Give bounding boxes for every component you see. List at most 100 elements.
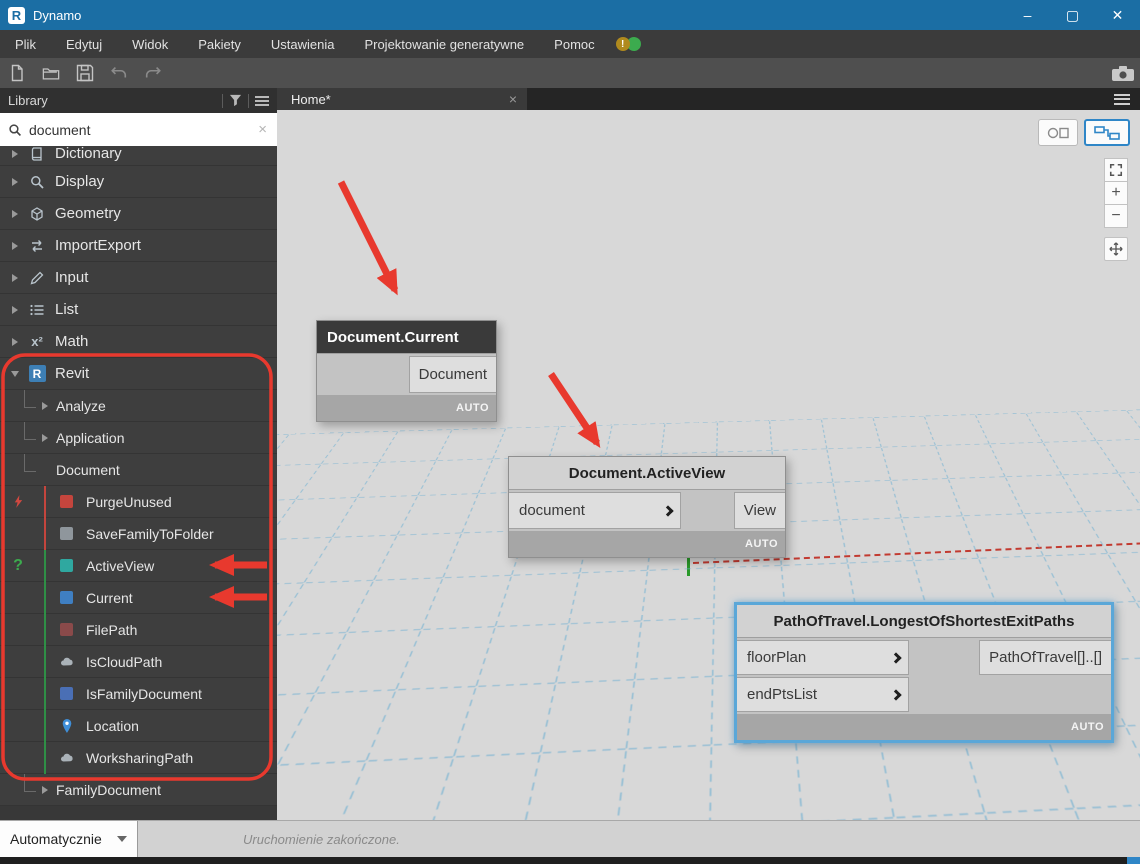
library-header: Library	[0, 88, 277, 113]
statusbar: Automatycznie Uruchomienie zakończone.	[0, 820, 1140, 858]
menu-item-projektowanie-generatywne[interactable]: Projektowanie generatywne	[349, 30, 539, 58]
maximize-button[interactable]: ▢	[1050, 0, 1095, 30]
library-item-worksharingpath[interactable]: WorksharingPath	[0, 742, 277, 774]
pan-button[interactable]	[1104, 237, 1128, 261]
input-port-endPtsList[interactable]: endPtsList	[737, 677, 909, 712]
menu-item-pakiety[interactable]: Pakiety	[183, 30, 256, 58]
library-item-iscloudpath[interactable]: IsCloudPath	[0, 646, 277, 678]
expander-icon[interactable]	[42, 785, 48, 794]
menu-item-edytuj[interactable]: Edytuj	[51, 30, 117, 58]
zoom-fit-button[interactable]	[1104, 158, 1128, 182]
item-label: ImportExport	[55, 237, 141, 254]
library-item-revit[interactable]: R Revit	[0, 358, 277, 390]
input-port-document[interactable]: document	[509, 492, 681, 529]
library-item-list[interactable]: List	[0, 294, 277, 326]
expander-icon[interactable]	[12, 149, 18, 158]
library-item-analyze[interactable]: Analyze	[0, 389, 277, 422]
library-item-importexport[interactable]: ImportExport	[0, 230, 277, 262]
library-tree: Dictionary Display Geometry ImportExport Inp…	[0, 146, 277, 820]
undo-button[interactable]	[102, 58, 136, 88]
run-mode-dropdown[interactable]: Automatycznie	[0, 820, 138, 858]
expander-icon[interactable]	[12, 305, 18, 314]
redo-button[interactable]	[136, 58, 170, 88]
zoom-in-button[interactable]: +	[1104, 181, 1128, 205]
item-label: IsFamilyDocument	[86, 685, 202, 702]
library-item-dictionary[interactable]: Dictionary	[0, 146, 277, 166]
magnifier-icon	[28, 173, 46, 191]
library-item-purgeunused[interactable]: PurgeUnused	[0, 486, 277, 518]
zoom-out-button[interactable]: −	[1104, 204, 1128, 228]
node-title[interactable]: PathOfTravel.LongestOfShortestExitPaths	[737, 605, 1111, 638]
open-file-button[interactable]	[34, 58, 68, 88]
search-input[interactable]	[29, 121, 257, 138]
output-port-View[interactable]: View	[733, 492, 785, 529]
graph-view-button[interactable]	[1084, 119, 1130, 146]
library-item-activeview[interactable]: ? ActiveView	[0, 550, 277, 582]
new-file-button[interactable]	[0, 58, 34, 88]
library-search: ×	[0, 113, 277, 146]
item-label: WorksharingPath	[86, 749, 194, 766]
port-label: PathOfTravel[]..[]	[989, 649, 1102, 666]
menu-item-widok[interactable]: Widok	[117, 30, 183, 58]
query-group-bar	[44, 710, 46, 742]
library-item-application[interactable]: Application	[0, 421, 277, 454]
menu-item-ustawienia[interactable]: Ustawienia	[256, 30, 350, 58]
expander-icon[interactable]	[12, 273, 18, 282]
node-document-activeview[interactable]: Document.ActiveView document View AUTO	[508, 456, 786, 558]
library-item-display[interactable]: Display	[0, 166, 277, 198]
output-port-Document[interactable]: Document	[408, 356, 496, 393]
expander-icon[interactable]	[42, 401, 48, 410]
expander-icon[interactable]	[11, 370, 19, 377]
library-item-filepath[interactable]: FilePath	[0, 614, 277, 646]
port-label: document	[519, 502, 585, 519]
expander-icon[interactable]	[12, 241, 18, 250]
node-title[interactable]: Document.ActiveView	[509, 457, 785, 490]
library-item-document[interactable]: Document	[0, 453, 277, 486]
expander-icon[interactable]	[12, 177, 18, 186]
library-item-location[interactable]: Location	[0, 710, 277, 742]
library-item-isfamilydocument[interactable]: IsFamilyDocument	[0, 678, 277, 710]
output-port-PathOfTravel[interactable]: PathOfTravel[]..[]	[979, 640, 1111, 675]
library-item-math[interactable]: x² Math	[0, 326, 277, 358]
warning-badge-icon[interactable]: !	[615, 37, 630, 51]
notification-badges[interactable]: !	[615, 37, 641, 51]
node-title[interactable]: Document.Current	[317, 321, 496, 354]
item-label: Document	[56, 461, 120, 478]
port-label: Document	[418, 366, 487, 383]
query-group-bar	[44, 646, 46, 678]
item-label: Application	[56, 429, 125, 446]
filter-icon[interactable]	[229, 94, 242, 107]
library-panel: Library × Dictionary Display Geometry Impor…	[0, 88, 277, 820]
tab-menu-icon[interactable]	[1114, 93, 1130, 105]
library-item-input[interactable]: Input	[0, 262, 277, 294]
library-layout-icon[interactable]	[255, 95, 269, 106]
pencil-icon	[28, 269, 46, 287]
search-icon	[9, 123, 22, 136]
close-button[interactable]: ✕	[1095, 0, 1140, 30]
expander-icon[interactable]	[12, 209, 18, 218]
library-item-familydocument[interactable]: FamilyDocument	[0, 773, 277, 806]
action-lightning-icon	[10, 494, 26, 510]
camera-export-button[interactable]	[1106, 58, 1140, 88]
search-clear-icon[interactable]: ×	[256, 121, 269, 138]
graph-canvas[interactable]: Document.Current Document AUTO Document.Act…	[277, 110, 1140, 820]
library-item-savefamilytofolder[interactable]: SaveFamilyToFolder	[0, 518, 277, 550]
node-document-current[interactable]: Document.Current Document AUTO	[316, 320, 497, 422]
canvas-nodes: Document.Current Document AUTO Document.Act…	[277, 110, 1140, 820]
menu-item-plik[interactable]: Plik	[0, 30, 51, 58]
input-port-floorPlan[interactable]: floorPlan	[737, 640, 909, 675]
tab-close-icon[interactable]: ×	[509, 91, 517, 107]
tree-line	[24, 773, 36, 792]
expander-icon[interactable]	[42, 433, 48, 442]
node-lacing-footer: AUTO	[737, 714, 1111, 740]
expander-icon[interactable]	[12, 337, 18, 346]
menu-item-pomoc[interactable]: Pomoc	[539, 30, 609, 58]
item-label: Analyze	[56, 397, 106, 414]
node-pathoftravel-longestofshortestexitpaths[interactable]: PathOfTravel.LongestOfShortestExitPaths f…	[734, 602, 1114, 743]
minimize-button[interactable]: –	[1005, 0, 1050, 30]
library-item-geometry[interactable]: Geometry	[0, 198, 277, 230]
library-item-current[interactable]: Current	[0, 582, 277, 614]
tab-home[interactable]: Home* ×	[277, 88, 527, 110]
geometry-view-button[interactable]	[1038, 119, 1078, 146]
save-file-button[interactable]	[68, 58, 102, 88]
